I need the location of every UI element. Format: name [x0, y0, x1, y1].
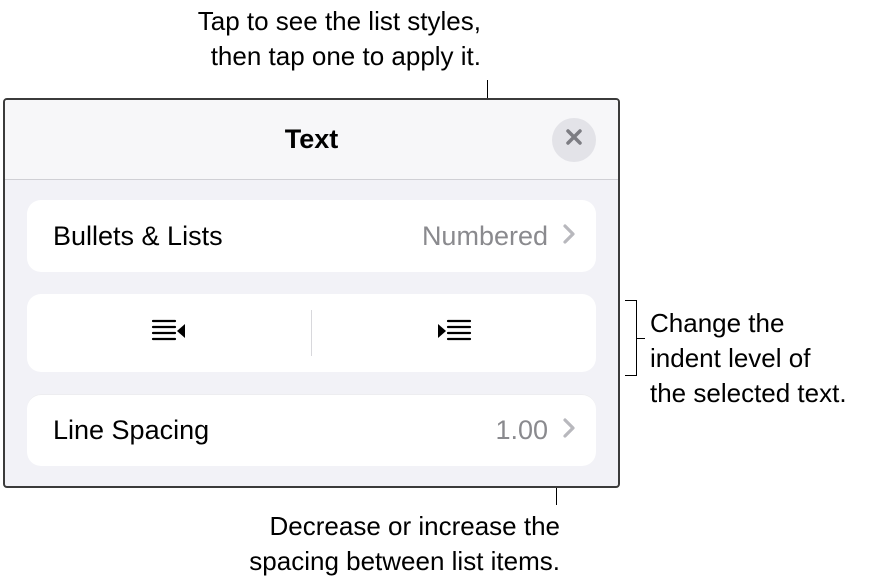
close-icon — [564, 127, 584, 152]
chevron-right-icon — [562, 416, 576, 445]
callout-bottom-text1: Decrease or increase the — [270, 511, 560, 541]
callout-bottom-text2: spacing between list items. — [249, 546, 560, 576]
bullets-and-lists-value-wrap: Numbered — [422, 221, 576, 252]
callout-bottom: Decrease or increase the spacing between… — [200, 509, 560, 579]
increase-indent-icon — [436, 318, 472, 349]
chevron-right-icon — [562, 222, 576, 251]
line-spacing-row[interactable]: Line Spacing 1.00 — [27, 394, 596, 466]
line-spacing-value-wrap: 1.00 — [495, 415, 576, 446]
callout-right-text3: the selected text. — [650, 378, 847, 408]
line-spacing-value: 1.00 — [495, 415, 548, 446]
panel-title: Text — [285, 124, 339, 155]
indent-control — [27, 294, 596, 372]
bullets-and-lists-label: Bullets & Lists — [53, 221, 223, 252]
callout-right-text2: indent level of — [650, 343, 810, 373]
callout-top: Tap to see the list styles, then tap one… — [141, 4, 481, 74]
decrease-indent-button[interactable] — [27, 294, 311, 372]
text-panel: Text Bullets & Lists Numbered — [3, 98, 620, 488]
callout-bracket-right — [625, 300, 637, 376]
decrease-indent-icon — [151, 318, 187, 349]
close-button[interactable] — [552, 118, 596, 162]
bullets-and-lists-row[interactable]: Bullets & Lists Numbered — [27, 200, 596, 272]
callout-right: Change the indent level of the selected … — [650, 306, 886, 411]
callout-right-text1: Change the — [650, 308, 784, 338]
bullets-and-lists-value: Numbered — [422, 221, 548, 252]
panel-body: Bullets & Lists Numbered — [5, 180, 618, 466]
callout-top-text: Tap to see the list styles, — [198, 6, 481, 36]
panel-header: Text — [5, 100, 618, 180]
callout-top-text2: then tap one to apply it. — [211, 41, 481, 71]
increase-indent-button[interactable] — [312, 294, 596, 372]
line-spacing-label: Line Spacing — [53, 415, 209, 446]
callout-line-right — [637, 338, 645, 339]
